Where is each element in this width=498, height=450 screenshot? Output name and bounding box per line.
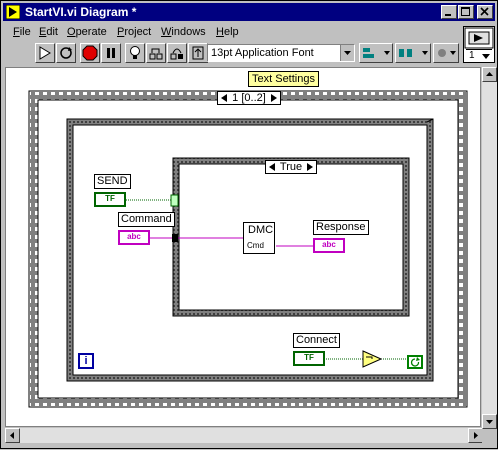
sequence-frame-selector[interactable]: 1 [0..2] <box>217 91 281 105</box>
sequence-frame-label: 1 [0..2] <box>232 92 266 104</box>
scroll-down-button[interactable] <box>482 414 497 429</box>
scroll-up-button[interactable] <box>482 67 497 82</box>
increment-arrow-icon[interactable] <box>306 162 314 172</box>
dmc-subvi-input: Cmd <box>247 241 264 250</box>
response-label[interactable]: Response <box>313 220 369 235</box>
size-grip[interactable] <box>482 429 497 444</box>
arrow-down-icon <box>486 420 493 424</box>
increment-arrow-icon[interactable] <box>270 93 278 103</box>
decrement-arrow-icon[interactable] <box>268 162 276 172</box>
case-selector-terminal <box>170 194 179 207</box>
command-string-terminal[interactable]: abc <box>118 230 150 245</box>
dmc-subvi-name: DMC <box>248 224 274 236</box>
decrement-arrow-icon[interactable] <box>220 93 228 103</box>
scroll-right-button[interactable] <box>468 428 483 443</box>
command-label[interactable]: Command <box>118 212 175 227</box>
text-settings-tip: Text Settings <box>248 71 319 87</box>
dmc-subvi[interactable]: DMC Cmd <box>243 222 275 254</box>
iteration-terminal[interactable]: i <box>78 353 94 369</box>
string-tunnel <box>172 234 178 242</box>
connect-boolean-terminal[interactable]: TF <box>293 351 325 366</box>
loop-condition-terminal[interactable] <box>407 355 423 369</box>
response-string-indicator[interactable]: abc <box>313 238 345 253</box>
case-selector[interactable]: True <box>265 160 317 174</box>
connect-label[interactable]: Connect <box>293 333 340 348</box>
arrow-left-icon <box>10 432 14 439</box>
labview-diagram-window: StartVI.vi Diagram * File Edit Operate P… <box>0 0 498 449</box>
case-structure[interactable] <box>172 157 410 317</box>
horizontal-scrollbar[interactable] <box>5 428 483 443</box>
arrow-right-icon <box>474 432 478 439</box>
case-selector-label: True <box>279 161 303 173</box>
send-boolean-terminal[interactable]: TF <box>94 192 126 207</box>
arrow-up-icon <box>486 72 493 76</box>
continue-loop-icon <box>410 357 420 367</box>
send-label[interactable]: SEND <box>94 174 131 189</box>
scroll-left-button[interactable] <box>5 428 20 443</box>
vertical-scrollbar[interactable] <box>482 67 497 429</box>
